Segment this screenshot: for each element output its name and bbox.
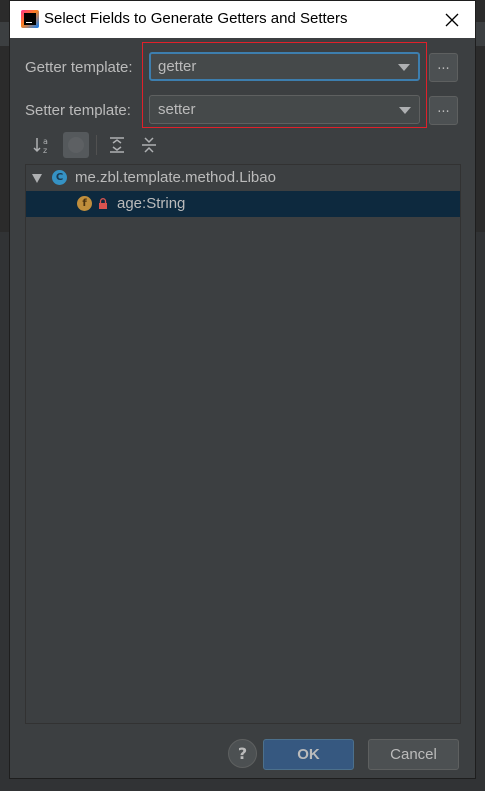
tree-class-label: me.zbl.template.method.Libao [75,169,276,186]
sort-alphabetically-button[interactable]: a z [30,132,56,158]
collapse-all-icon [142,137,156,153]
show-classes-icon [68,137,84,153]
ide-toolbar-strip-right [476,22,485,46]
cancel-button[interactable]: Cancel [368,739,459,770]
svg-text:z: z [43,146,47,155]
toolbar-separator [96,135,97,155]
expand-all-button[interactable] [104,132,130,158]
close-button[interactable] [429,1,475,38]
sort-alphabetically-icon: a z [33,137,48,155]
help-button[interactable]: ? [228,739,257,768]
lock-icon [99,198,107,209]
field-icon: f [77,196,92,211]
ide-editor-strip-right [476,232,485,791]
dialog-title: Select Fields to Generate Getters and Se… [44,10,348,27]
setter-template-label: Setter template: [25,102,131,119]
tree-field-row[interactable]: f age:String [26,191,460,217]
class-icon: C [52,170,67,185]
ok-button[interactable]: OK [263,739,354,770]
ide-toolbar-strip-left [0,22,9,46]
svg-text:a: a [43,137,48,146]
collapse-all-button[interactable] [136,132,162,158]
tree-expand-toggle-icon[interactable] [32,174,42,183]
getter-template-more-button[interactable]: ... [429,53,458,82]
annotation-highlight-box [142,42,427,128]
show-classes-toggle[interactable] [63,132,89,158]
ide-status-strip [0,779,485,791]
generate-getters-setters-dialog: Select Fields to Generate Getters and Se… [9,0,476,779]
ide-editor-strip-left [0,232,9,791]
tree-field-label: age:String [117,195,186,212]
intellij-logo-icon [21,10,39,28]
tree-class-row[interactable]: C me.zbl.template.method.Libao [26,165,460,191]
fields-tree[interactable]: C me.zbl.template.method.Libao f age:Str… [25,164,461,724]
expand-all-icon [110,137,124,153]
getter-template-label: Getter template: [25,59,133,76]
dialog-titlebar: Select Fields to Generate Getters and Se… [10,1,475,38]
setter-template-more-button[interactable]: ... [429,96,458,125]
close-icon [445,13,459,26]
